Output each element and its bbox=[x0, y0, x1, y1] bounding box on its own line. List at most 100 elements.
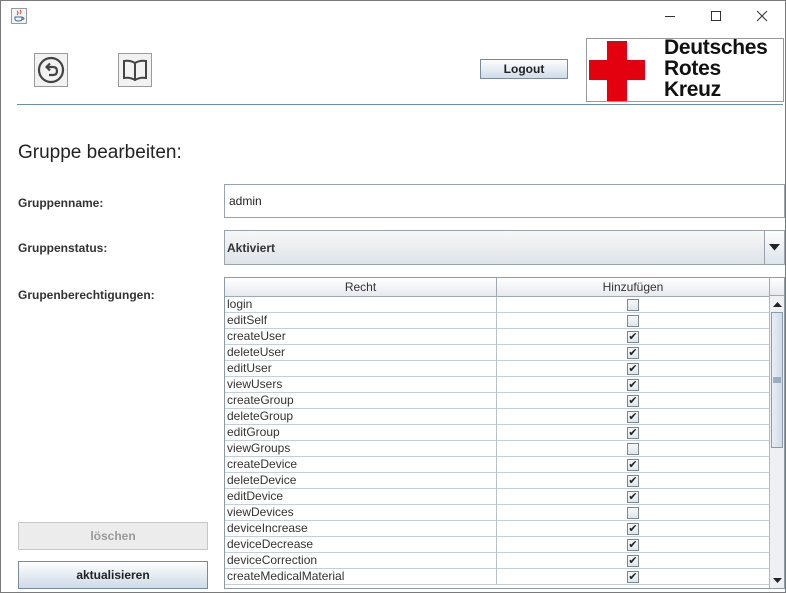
permission-name-cell[interactable]: deleteUser bbox=[225, 345, 497, 361]
permissions-table: Recht Hinzufügen login editSelf createUser… bbox=[224, 277, 785, 589]
permission-name-cell[interactable]: editUser bbox=[225, 361, 497, 377]
permission-checkbox-cell: ✔ bbox=[497, 345, 769, 361]
close-button[interactable] bbox=[739, 1, 785, 31]
permission-name-cell[interactable]: editSelf bbox=[225, 313, 497, 329]
permission-checkbox-cell: ✔ bbox=[497, 537, 769, 553]
table-body: login editSelf createUser ✔ deleteUser ✔ editU… bbox=[225, 297, 769, 585]
permission-checkbox-cell: ✔ bbox=[497, 425, 769, 441]
checkbox-checked[interactable]: ✔ bbox=[627, 346, 639, 359]
title-bar[interactable] bbox=[1, 1, 785, 31]
group-name-input[interactable]: admin bbox=[224, 184, 785, 218]
permission-name-cell[interactable]: deleteGroup bbox=[225, 409, 497, 425]
checkbox-checked[interactable]: ✔ bbox=[627, 570, 639, 583]
permission-checkbox-cell bbox=[497, 505, 769, 521]
red-cross-horizontal bbox=[589, 60, 645, 80]
permission-name-cell[interactable]: viewGroups bbox=[225, 441, 497, 457]
chevron-down-icon bbox=[769, 244, 780, 251]
table-row[interactable]: deleteDevice ✔ bbox=[225, 473, 769, 489]
group-status-value: Aktiviert bbox=[227, 241, 276, 255]
checkbox-checked[interactable]: ✔ bbox=[627, 554, 639, 567]
help-book-button[interactable] bbox=[118, 53, 152, 87]
permission-checkbox-cell: ✔ bbox=[497, 393, 769, 409]
permission-name-cell[interactable]: createMedicalMaterial bbox=[225, 569, 497, 585]
table-row[interactable]: deviceDecrease ✔ bbox=[225, 537, 769, 553]
header-separator bbox=[17, 104, 783, 105]
column-header-hinzufuegen[interactable]: Hinzufügen bbox=[497, 278, 769, 296]
table-row[interactable]: viewDevices bbox=[225, 505, 769, 521]
minimize-button[interactable] bbox=[647, 1, 693, 31]
permission-checkbox-cell bbox=[497, 313, 769, 329]
table-row[interactable]: deviceCorrection ✔ bbox=[225, 553, 769, 569]
table-row[interactable]: createUser ✔ bbox=[225, 329, 769, 345]
vertical-scrollbar[interactable] bbox=[769, 296, 784, 588]
scroll-thumb[interactable] bbox=[771, 312, 783, 448]
minimize-icon bbox=[665, 16, 675, 17]
table-row[interactable]: editDevice ✔ bbox=[225, 489, 769, 505]
checkbox-checked[interactable]: ✔ bbox=[627, 362, 639, 375]
permission-name-cell[interactable]: deleteDevice bbox=[225, 473, 497, 489]
checkbox-checked[interactable]: ✔ bbox=[627, 490, 639, 503]
table-header: Recht Hinzufügen bbox=[225, 278, 769, 297]
permission-name-cell[interactable]: login bbox=[225, 297, 497, 313]
permission-name-cell[interactable]: editGroup bbox=[225, 425, 497, 441]
permission-name-cell[interactable]: editDevice bbox=[225, 489, 497, 505]
checkbox-checked[interactable]: ✔ bbox=[627, 378, 639, 391]
table-row[interactable]: viewGroups bbox=[225, 441, 769, 457]
group-permissions-label: Grupenberechtigungen: bbox=[18, 288, 155, 302]
delete-button[interactable]: löschen bbox=[18, 522, 208, 550]
checkbox-unchecked[interactable] bbox=[627, 506, 639, 519]
permission-name-cell[interactable]: createDevice bbox=[225, 457, 497, 473]
back-button[interactable] bbox=[34, 53, 68, 87]
logout-button[interactable]: Logout bbox=[480, 59, 568, 79]
table-row[interactable]: deviceIncrease ✔ bbox=[225, 521, 769, 537]
table-row[interactable]: createGroup ✔ bbox=[225, 393, 769, 409]
checkbox-checked[interactable]: ✔ bbox=[627, 426, 639, 439]
checkbox-checked[interactable]: ✔ bbox=[627, 538, 639, 551]
logo-line-1: Deutsches bbox=[664, 38, 768, 59]
checkbox-unchecked[interactable] bbox=[627, 314, 639, 327]
checkbox-checked[interactable]: ✔ bbox=[627, 394, 639, 407]
permission-checkbox-cell: ✔ bbox=[497, 521, 769, 537]
table-row[interactable]: editSelf bbox=[225, 313, 769, 329]
app-window: Logout Deutsches Rotes Kreuz Gruppe bear… bbox=[0, 0, 786, 593]
table-row[interactable]: deleteUser ✔ bbox=[225, 345, 769, 361]
table-row[interactable]: editUser ✔ bbox=[225, 361, 769, 377]
update-button[interactable]: aktualisieren bbox=[18, 561, 208, 589]
permission-name-cell[interactable]: deviceCorrection bbox=[225, 553, 497, 569]
table-corner bbox=[769, 278, 784, 296]
maximize-button[interactable] bbox=[693, 1, 739, 31]
table-row[interactable]: createMedicalMaterial ✔ bbox=[225, 569, 769, 585]
dropdown-arrow-button[interactable] bbox=[764, 231, 784, 264]
permission-name-cell[interactable]: createGroup bbox=[225, 393, 497, 409]
permission-checkbox-cell: ✔ bbox=[497, 377, 769, 393]
column-header-recht[interactable]: Recht bbox=[225, 278, 497, 296]
permission-name-cell[interactable]: deviceIncrease bbox=[225, 521, 497, 537]
checkbox-checked[interactable]: ✔ bbox=[627, 474, 639, 487]
scroll-down-button[interactable] bbox=[770, 573, 784, 587]
checkbox-unchecked[interactable] bbox=[627, 442, 639, 455]
table-row[interactable]: editGroup ✔ bbox=[225, 425, 769, 441]
checkbox-checked[interactable]: ✔ bbox=[627, 522, 639, 535]
group-name-label: Gruppenname: bbox=[18, 196, 104, 210]
table-row[interactable]: createDevice ✔ bbox=[225, 457, 769, 473]
permission-name-cell[interactable]: deviceDecrease bbox=[225, 537, 497, 553]
permission-checkbox-cell: ✔ bbox=[497, 329, 769, 345]
drk-logo: Deutsches Rotes Kreuz bbox=[586, 38, 784, 102]
checkbox-unchecked[interactable] bbox=[627, 298, 639, 311]
permission-name-cell[interactable]: viewUsers bbox=[225, 377, 497, 393]
maximize-icon bbox=[711, 11, 721, 21]
group-status-select[interactable]: Aktiviert bbox=[224, 230, 785, 265]
permission-name-cell[interactable]: createUser bbox=[225, 329, 497, 345]
java-app-icon bbox=[11, 8, 27, 24]
table-row[interactable]: deleteGroup ✔ bbox=[225, 409, 769, 425]
checkbox-checked[interactable]: ✔ bbox=[627, 330, 639, 343]
permission-checkbox-cell bbox=[497, 297, 769, 313]
permission-checkbox-cell: ✔ bbox=[497, 489, 769, 505]
permission-name-cell[interactable]: viewDevices bbox=[225, 505, 497, 521]
table-row[interactable]: login bbox=[225, 297, 769, 313]
checkbox-checked[interactable]: ✔ bbox=[627, 458, 639, 471]
permission-checkbox-cell: ✔ bbox=[497, 553, 769, 569]
checkbox-checked[interactable]: ✔ bbox=[627, 410, 639, 423]
table-row[interactable]: viewUsers ✔ bbox=[225, 377, 769, 393]
scroll-up-button[interactable] bbox=[770, 297, 784, 311]
